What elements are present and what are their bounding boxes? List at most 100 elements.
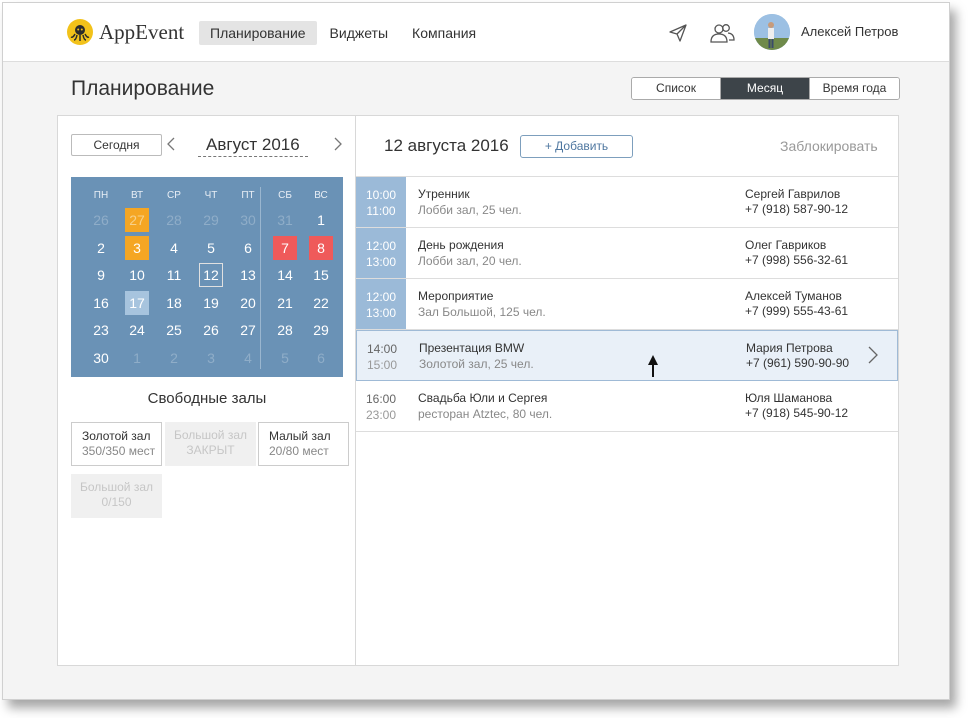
event-place: Лобби зал, 25 чел. [418,203,522,217]
calendar-day[interactable]: 13 [236,263,260,287]
calendar-day[interactable]: 24 [125,318,149,342]
calendar-day[interactable]: 6 [236,236,260,260]
nav-item-company[interactable]: Компания [401,21,487,45]
event-row[interactable]: 10:00 11:00 Утренник Лобби зал, 25 чел. … [356,177,898,228]
today-button[interactable]: Сегодня [71,134,162,156]
calendar-day[interactable]: 31 [273,208,297,232]
event-row[interactable]: 12:00 13:00 День рождения Лобби зал, 20 … [356,228,898,279]
event-time: 10:00 11:00 [356,177,406,227]
event-start: 14:00 [366,342,398,356]
event-contact: Мария Петрова [746,341,833,355]
send-icon[interactable] [668,23,688,48]
hall-name: Золотой зал [82,429,151,443]
calendar-day[interactable]: 22 [309,291,333,315]
main-panel: Сегодня Август 2016 ПН ВТ СР ЧТ ПТ СБ ВС 26 27 28… [57,115,899,666]
event-place: ресторан Atztec, 80 чел. [418,407,553,421]
calendar-day[interactable]: 16 [89,291,113,315]
event-time: 14:00 15:00 [357,331,407,380]
users-icon[interactable] [709,22,735,49]
weekday-label: ПТ [241,190,255,201]
calendar-day[interactable]: 27 [236,318,260,342]
event-start: 16:00 [365,392,397,406]
nav-item-planning[interactable]: Планирование [199,21,317,45]
calendar-day[interactable]: 8 [309,236,333,260]
hall-card-big-closed: Большой зал ЗАКРЫТ [165,422,256,466]
calendar-day[interactable]: 14 [273,263,297,287]
weekend-divider [260,187,261,369]
event-place: Лобби зал, 20 чел. [418,254,522,268]
calendar-day[interactable]: 7 [273,236,297,260]
calendar-day[interactable]: 5 [199,236,223,260]
calendar-day[interactable]: 28 [162,208,186,232]
calendar-day[interactable]: 23 [89,318,113,342]
event-title: Презентация BMW [419,341,525,355]
view-switch: Список Месяц Время года [631,77,900,100]
chevron-right-icon[interactable] [867,345,879,370]
calendar-day[interactable]: 4 [162,236,186,260]
calendar-day[interactable]: 25 [162,318,186,342]
month-label[interactable]: Август 2016 [198,135,308,157]
calendar-day[interactable]: 29 [199,208,223,232]
event-end: 15:00 [366,358,398,372]
prev-month-icon[interactable] [166,136,176,157]
calendar-day[interactable]: 12 [199,263,223,287]
calendar-day[interactable]: 5 [273,346,297,370]
calendar-day[interactable]: 4 [236,346,260,370]
calendar-day[interactable]: 15 [309,263,333,287]
calendar-day[interactable]: 29 [309,318,333,342]
block-day-link[interactable]: Заблокировать [780,138,878,154]
add-event-button[interactable]: + Добавить [520,135,633,158]
main-nav: Планирование Виджеты Компания [199,21,489,45]
avatar[interactable] [754,14,790,50]
hall-name: Большой зал [173,428,248,442]
view-season-button[interactable]: Время года [810,78,899,99]
hall-capacity: 0/150 [101,495,132,509]
calendar-day[interactable]: 2 [162,346,186,370]
top-bar: AppEvent Планирование Виджеты Компания А… [3,3,949,62]
calendar-day[interactable]: 20 [236,291,260,315]
hall-capacity: 20/80 мест [269,444,329,458]
next-month-icon[interactable] [333,136,343,157]
hall-card-gold[interactable]: Золотой зал 350/350 мест [71,422,162,466]
calendar-day[interactable]: 2 [89,236,113,260]
calendar-day[interactable]: 11 [162,263,186,287]
logo[interactable]: AppEvent [67,19,184,45]
calendar-day[interactable]: 3 [199,346,223,370]
calendar-day[interactable]: 21 [273,291,297,315]
view-month-button[interactable]: Месяц [721,78,810,99]
calendar-day[interactable]: 9 [89,263,113,287]
event-end: 13:00 [365,255,397,269]
calendar-day[interactable]: 1 [309,208,333,232]
hall-name: Малый зал [269,429,331,443]
calendar-day[interactable]: 19 [199,291,223,315]
calendar-day[interactable]: 26 [89,208,113,232]
event-phone: +7 (999) 555-43-61 [745,304,849,318]
calendar-day[interactable]: 3 [125,236,149,260]
calendar-day[interactable]: 6 [309,346,333,370]
event-contact: Сергей Гаврилов [745,187,841,201]
mouse-cursor-icon [647,354,659,383]
weekday-label: ВС [314,190,328,201]
calendar-day[interactable]: 30 [236,208,260,232]
event-title: Мероприятие [418,289,494,303]
event-end: 23:00 [365,408,397,422]
calendar-day[interactable]: 10 [125,263,149,287]
calendar-day[interactable]: 28 [273,318,297,342]
calendar-panel: Сегодня Август 2016 ПН ВТ СР ЧТ ПТ СБ ВС 26 27 28… [58,116,356,665]
calendar-day[interactable]: 17 [125,291,149,315]
calendar-day[interactable]: 18 [162,291,186,315]
weekday-label: ВТ [130,190,144,201]
calendar-day[interactable]: 26 [199,318,223,342]
weekday-label: ПН [93,190,109,201]
hall-card-small[interactable]: Малый зал 20/80 мест [258,422,349,466]
calendar-day[interactable]: 27 [125,208,149,232]
calendar-day[interactable]: 1 [125,346,149,370]
event-row[interactable]: 12:00 13:00 Мероприятие Зал Большой, 125… [356,279,898,330]
view-list-button[interactable]: Список [632,78,721,99]
event-row-selected[interactable]: 14:00 15:00 Презентация BMW Золотой зал,… [356,330,898,381]
user-name[interactable]: Алексей Петров [801,24,898,39]
event-start: 12:00 [365,239,397,253]
event-row[interactable]: 16:00 23:00 Свадьба Юли и Сергея рестора… [356,381,898,432]
nav-item-widgets[interactable]: Виджеты [319,21,400,45]
calendar-day[interactable]: 30 [89,346,113,370]
